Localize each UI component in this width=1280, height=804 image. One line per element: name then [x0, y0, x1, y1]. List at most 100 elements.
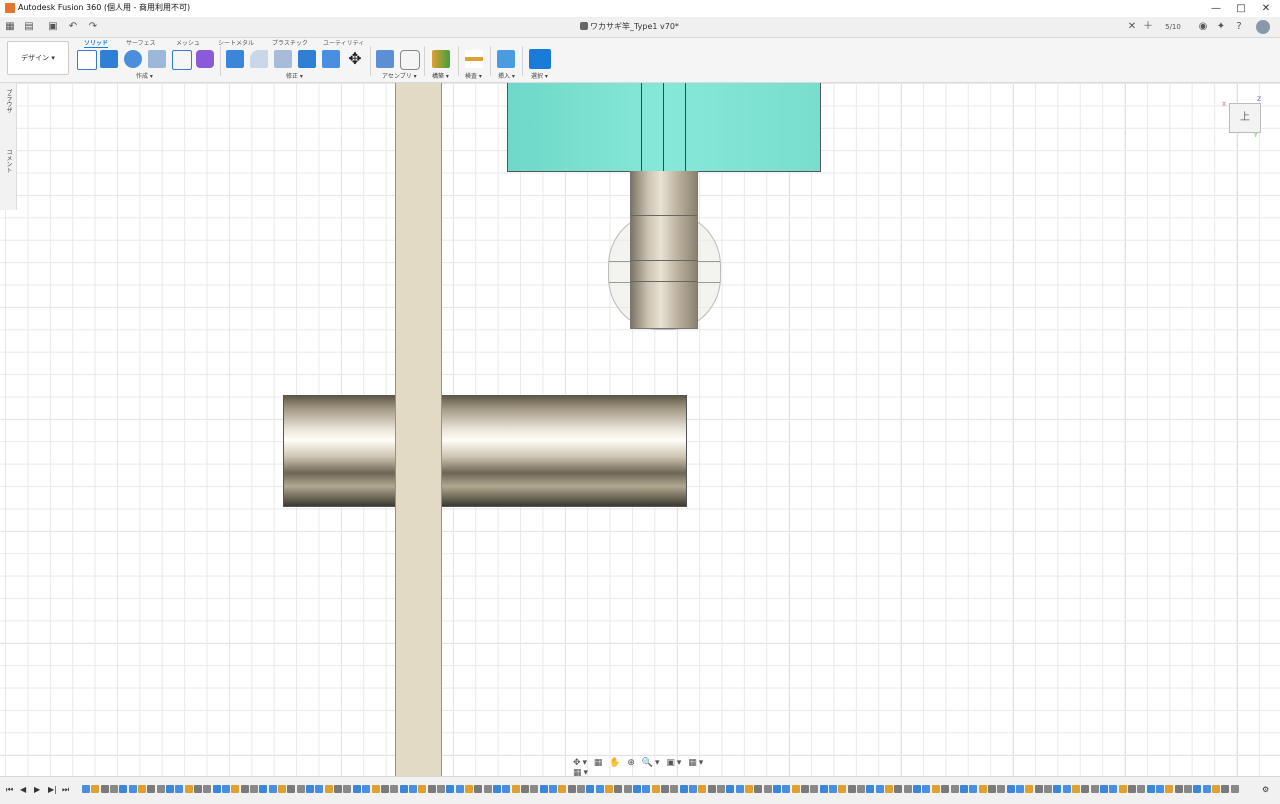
timeline-feature-icon[interactable] — [894, 785, 903, 793]
timeline-feature-icon[interactable] — [773, 785, 782, 793]
timeline-feature-icon[interactable] — [147, 785, 156, 793]
group-create[interactable]: 作成 ▾ — [136, 71, 153, 80]
maximize-button[interactable]: □ — [1229, 1, 1253, 16]
timeline-play-button[interactable]: ▶ — [34, 785, 40, 794]
timeline-feature-icon[interactable] — [259, 785, 268, 793]
timeline-feature-icon[interactable] — [203, 785, 212, 793]
timeline-feature-icon[interactable] — [604, 785, 613, 793]
timeline-feature-icon[interactable] — [819, 785, 828, 793]
timeline-feature-icon[interactable] — [306, 785, 315, 793]
timeline-feature-icon[interactable] — [175, 785, 184, 793]
timeline-feature-icon[interactable] — [735, 785, 744, 793]
timeline-feature-icon[interactable] — [847, 785, 856, 793]
timeline-feature-icon[interactable] — [222, 785, 231, 793]
timeline-feature-icon[interactable] — [502, 785, 511, 793]
timeline-feature-icon[interactable] — [726, 785, 735, 793]
browser-panel[interactable]: ブラウザ コメント — [0, 83, 17, 210]
timeline-feature-icon[interactable] — [1221, 785, 1230, 793]
close-button[interactable]: ✕ — [1254, 1, 1278, 16]
workspace-switcher[interactable]: デザイン ▾ — [7, 41, 69, 75]
revolve-icon[interactable] — [124, 50, 142, 68]
timeline-feature-icon[interactable] — [875, 785, 884, 793]
extensions-icon[interactable]: ◉ — [1196, 20, 1210, 34]
timeline-feature-icon[interactable] — [128, 785, 137, 793]
timeline-first-button[interactable]: ⏮ — [6, 785, 13, 795]
timeline-feature-icon[interactable] — [997, 785, 1006, 793]
timeline-feature-icon[interactable] — [166, 785, 175, 793]
job-status[interactable]: 5/10 — [1160, 20, 1186, 34]
timeline-feature-icon[interactable] — [866, 785, 875, 793]
timeline-feature-icon[interactable] — [1090, 785, 1099, 793]
timeline-feature-icon[interactable] — [474, 785, 483, 793]
timeline-feature-icon[interactable] — [390, 785, 399, 793]
timeline-feature-icon[interactable] — [670, 785, 679, 793]
fillet-icon[interactable] — [250, 50, 268, 68]
timeline-feature-icon[interactable] — [978, 785, 987, 793]
timeline-feature-icon[interactable] — [698, 785, 707, 793]
timeline-feature-icon[interactable] — [110, 785, 119, 793]
timeline-feature-icon[interactable] — [231, 785, 240, 793]
timeline-feature-icon[interactable] — [1025, 785, 1034, 793]
browser-tab[interactable]: ブラウザ — [4, 89, 13, 113]
viewport-canvas[interactable]: X Z Y 上 — [0, 83, 1280, 776]
move-icon[interactable]: ✥ — [346, 50, 364, 68]
timeline-feature-icon[interactable] — [829, 785, 838, 793]
timeline-feature-icon[interactable] — [455, 785, 464, 793]
timeline-feature-icon[interactable] — [576, 785, 585, 793]
timeline-feature-icon[interactable] — [82, 785, 90, 793]
timeline-feature-icon[interactable] — [343, 785, 352, 793]
timeline-feature-icon[interactable] — [913, 785, 922, 793]
timeline-feature-icon[interactable] — [250, 785, 259, 793]
insert-image-icon[interactable] — [497, 50, 515, 68]
timeline-feature-icon[interactable] — [791, 785, 800, 793]
timeline-feature-icon[interactable] — [614, 785, 623, 793]
timeline-feature-icon[interactable] — [642, 785, 651, 793]
timeline-feature-icon[interactable] — [810, 785, 819, 793]
timeline-feature-icon[interactable] — [558, 785, 567, 793]
timeline-feature-icon[interactable] — [156, 785, 165, 793]
help-icon[interactable]: ? — [1232, 20, 1246, 34]
timeline-feature-icon[interactable] — [689, 785, 698, 793]
timeline-feature-icon[interactable] — [1146, 785, 1155, 793]
tab-solid[interactable]: ソリッド — [84, 38, 109, 48]
timeline-feature-icon[interactable] — [1230, 785, 1239, 793]
timeline-feature-icon[interactable] — [717, 785, 726, 793]
joint-icon[interactable] — [400, 50, 420, 70]
timeline-feature-icon[interactable] — [1034, 785, 1043, 793]
timeline-feature-icon[interactable] — [595, 785, 604, 793]
timeline-feature-icon[interactable] — [1165, 785, 1174, 793]
timeline-feature-icon[interactable] — [1127, 785, 1136, 793]
timeline-feature-icon[interactable] — [623, 785, 632, 793]
tab-surface[interactable]: サーフェス — [126, 38, 156, 47]
timeline-feature-icon[interactable] — [511, 785, 520, 793]
create-sketch-icon[interactable] — [77, 50, 97, 70]
view-cube[interactable]: 上 — [1229, 103, 1261, 133]
timeline-feature-icon[interactable] — [520, 785, 529, 793]
timeline-feature-icon[interactable] — [427, 785, 436, 793]
timeline-feature-icon[interactable] — [240, 785, 249, 793]
chamfer-icon[interactable] — [274, 50, 292, 68]
timeline-feature-icon[interactable] — [707, 785, 716, 793]
timeline-feature-icon[interactable] — [586, 785, 595, 793]
timeline-feature-icon[interactable] — [1043, 785, 1052, 793]
timeline-feature-icon[interactable] — [838, 785, 847, 793]
document-tab[interactable]: ワカサギ竿_Type1 v70* — [0, 17, 1140, 37]
timeline-feature-icon[interactable] — [969, 785, 978, 793]
timeline-feature-icon[interactable] — [651, 785, 660, 793]
offset-plane-icon[interactable] — [432, 50, 450, 68]
timeline-feature-icon[interactable] — [483, 785, 492, 793]
notifications-icon[interactable]: ✦ — [1214, 20, 1228, 34]
pattern-icon[interactable] — [172, 50, 192, 70]
group-select[interactable]: 選択 ▾ — [531, 71, 548, 80]
timeline-feature-icon[interactable] — [1109, 785, 1118, 793]
avatar[interactable] — [1256, 20, 1270, 34]
comments-tab[interactable]: コメント — [4, 149, 13, 173]
metal-rod-right[interactable] — [441, 395, 687, 507]
new-component-icon[interactable] — [376, 50, 394, 68]
timeline-feature-icon[interactable] — [100, 785, 109, 793]
combine-icon[interactable] — [322, 50, 340, 68]
timeline-feature-icon[interactable] — [446, 785, 455, 793]
timeline-feature-icon[interactable] — [1183, 785, 1192, 793]
timeline-feature-icon[interactable] — [1015, 785, 1024, 793]
timeline-feature-icon[interactable] — [857, 785, 866, 793]
